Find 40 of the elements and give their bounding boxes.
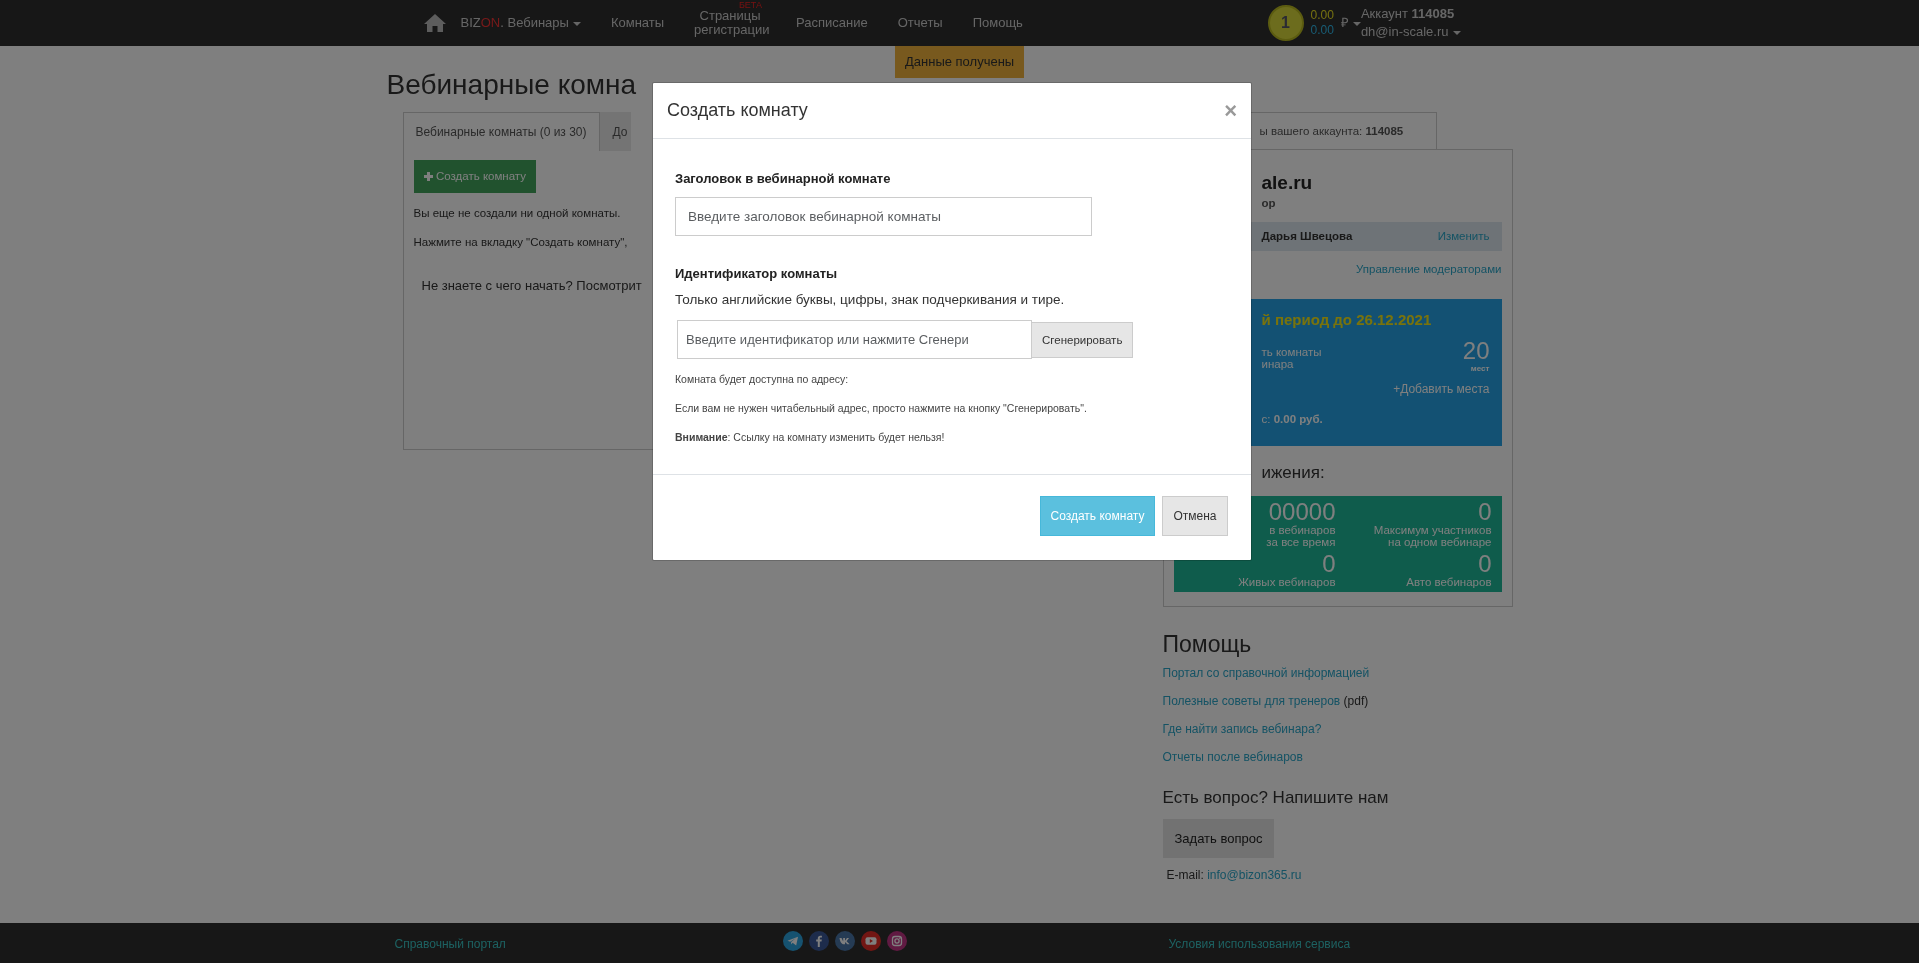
stat-label: Живых вебинаров (1238, 575, 1336, 588)
achievements-title: ижения: (1260, 462, 1326, 485)
seats-count: 20 (1462, 338, 1490, 363)
info-text: Нажмите на вкладку "Создать комнату", (413, 235, 628, 251)
stat-label: за все время (1266, 535, 1336, 548)
stat-label: в вебинаров (1269, 523, 1336, 536)
account-domain: ale.ru (1260, 171, 1314, 195)
seats-unit: мест (1469, 362, 1490, 375)
tariff-feature: ть комнаты (1261, 345, 1322, 359)
note-text: Если вам не нужен читабельный адрес, просто нажмите на кнопку "Сгенерировать". (675, 401, 1087, 416)
field-label: Заголовок в вебинарной комнате (675, 170, 892, 188)
help-title: Помощь (1162, 630, 1253, 659)
stat-value: 0 (1478, 551, 1492, 576)
hint-text: Не знаете с чего начать? Посмотрит (421, 277, 642, 296)
contact-title: Есть вопрос? Напишите нам (1162, 788, 1390, 809)
stat-value: 0 (1322, 551, 1336, 576)
field-help: Только английские буквы, цифры, знак подчеркивания и тире. (675, 291, 1065, 309)
stat-value: 0 (1478, 499, 1492, 524)
notification: Данные получены (895, 46, 1025, 78)
moderator-name: Дарья Швецова (1261, 228, 1353, 244)
account-role: ор (1260, 195, 1277, 211)
account-label: Аккаунт 114085 (1360, 7, 1456, 21)
info-text: Вы еще не создали ни одной комнаты. (413, 205, 621, 221)
field-label: Идентификатор комнаты (675, 264, 839, 283)
page-title: Вебинарные комна (386, 68, 637, 102)
modal-title: Создать комнату (667, 100, 808, 122)
balance-text: с: 0.00 руб. (1260, 413, 1324, 426)
tariff-period: й период до 26.12.2021 (1260, 310, 1433, 331)
stat-value: 00000 (1268, 499, 1336, 524)
balance-value: 0.00 (1310, 8, 1334, 23)
beta-label: БЕТА (738, 1, 763, 11)
stat-label: на одном вебинаре (1388, 535, 1492, 548)
stat-label: Максимум участников (1373, 523, 1492, 536)
email-label: E-mail: (1166, 868, 1204, 883)
bonus-value: 0.00 (1310, 23, 1334, 38)
note-text: Комната будет доступна по адресу: (675, 372, 849, 388)
stat-label: Авто вебинаров (1406, 575, 1492, 588)
link-note: (pdf) (1343, 694, 1369, 709)
note-text: Внимание: Ссылку на комнату изменить будет нельзя! (675, 429, 945, 445)
tariff-feature: инара (1261, 358, 1295, 371)
